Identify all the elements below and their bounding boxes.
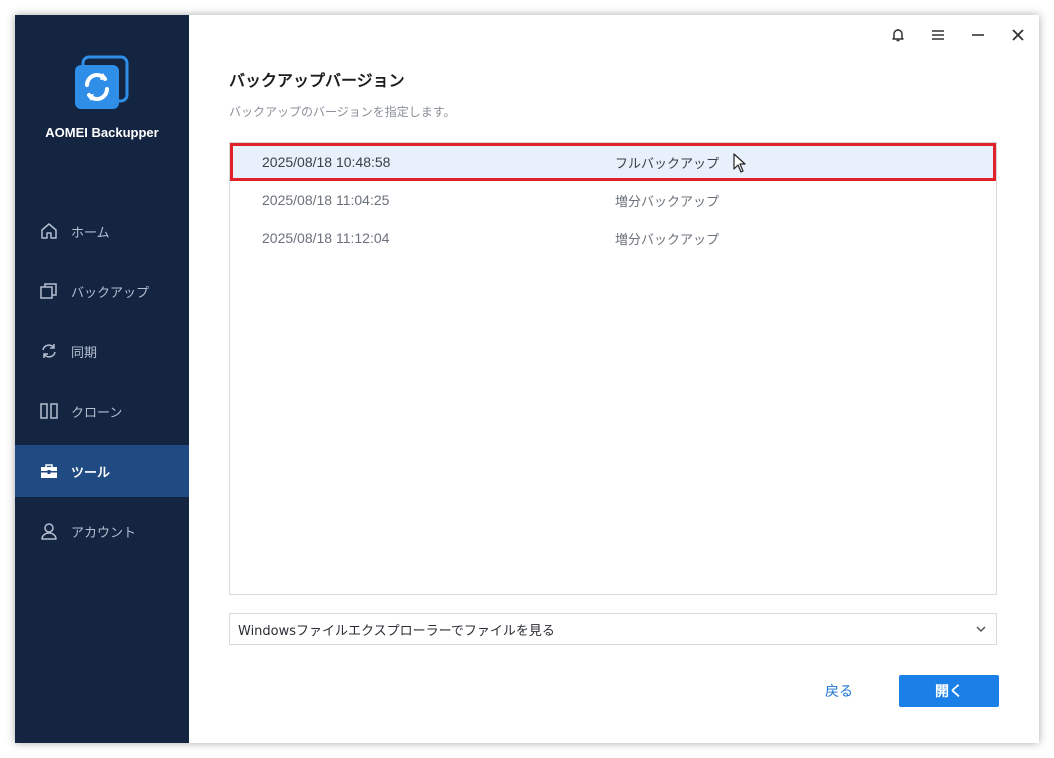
minimize-button[interactable] xyxy=(966,23,990,47)
backup-icon xyxy=(39,281,59,301)
sidebar-item-label: ホーム xyxy=(71,225,110,241)
app-logo-icon xyxy=(75,55,129,109)
home-icon xyxy=(39,221,59,241)
version-row[interactable]: 2025/08/18 11:04:25 増分バックアップ xyxy=(230,181,996,219)
version-date: 2025/08/18 11:04:25 xyxy=(262,192,390,208)
notification-button[interactable] xyxy=(886,23,910,47)
sidebar-item-label: バックアップ xyxy=(71,285,150,301)
sidebar: AOMEI Backupper ホーム バックアップ 同期 クローン ツール ア… xyxy=(15,15,189,743)
open-button[interactable]: 開く xyxy=(899,675,999,707)
version-date: 2025/08/18 10:48:58 xyxy=(262,154,391,170)
sidebar-item-label: クローン xyxy=(71,405,123,421)
sync-icon xyxy=(39,341,59,361)
sidebar-nav: ホーム バックアップ 同期 クローン ツール アカウント xyxy=(15,205,189,565)
sidebar-item-tools[interactable]: ツール xyxy=(15,445,189,497)
version-row-selected[interactable]: 2025/08/18 10:48:58 フルバックアップ xyxy=(230,143,996,181)
page-subtitle: バックアップのバージョンを指定します。 xyxy=(229,105,456,119)
app-window: AOMEI Backupper ホーム バックアップ 同期 クローン ツール ア… xyxy=(15,15,1039,743)
bell-icon xyxy=(892,29,904,42)
version-list: 2025/08/18 10:48:58 フルバックアップ 2025/08/18 … xyxy=(229,142,997,595)
page-title: バックアップバージョン xyxy=(229,71,405,90)
close-icon xyxy=(1012,29,1024,41)
chevron-down-icon xyxy=(976,626,986,633)
sidebar-item-label: 同期 xyxy=(71,345,98,361)
version-type: 増分バックアップ xyxy=(615,194,720,210)
close-button[interactable] xyxy=(1006,23,1030,47)
sidebar-item-label: ツール xyxy=(71,465,111,481)
version-type: 増分バックアップ xyxy=(615,232,720,248)
user-icon xyxy=(39,521,59,541)
menu-button[interactable] xyxy=(926,23,950,47)
sidebar-item-account[interactable]: アカウント xyxy=(15,505,189,557)
sidebar-item-label: アカウント xyxy=(71,525,137,541)
toolbox-icon xyxy=(39,461,59,481)
sidebar-item-home[interactable]: ホーム xyxy=(15,205,189,257)
version-type: フルバックアップ xyxy=(615,156,720,172)
version-row[interactable]: 2025/08/18 11:12:04 増分バックアップ xyxy=(230,219,996,257)
sidebar-item-clone[interactable]: クローン xyxy=(15,385,189,437)
app-name: AOMEI Backupper xyxy=(45,125,159,140)
back-button[interactable]: 戻る xyxy=(815,681,863,703)
version-date: 2025/08/18 11:12:04 xyxy=(262,230,390,246)
sidebar-item-sync[interactable]: 同期 xyxy=(15,325,189,377)
sidebar-item-backup[interactable]: バックアップ xyxy=(15,265,189,317)
mouse-cursor-icon xyxy=(733,153,746,173)
minimize-icon xyxy=(972,34,984,36)
open-mode-select[interactable]: Windowsファイルエクスプローラーでファイルを見る xyxy=(229,613,997,645)
clone-icon xyxy=(39,401,59,421)
open-mode-value: Windowsファイルエクスプローラーでファイルを見る xyxy=(238,623,555,639)
menu-icon xyxy=(932,30,944,40)
